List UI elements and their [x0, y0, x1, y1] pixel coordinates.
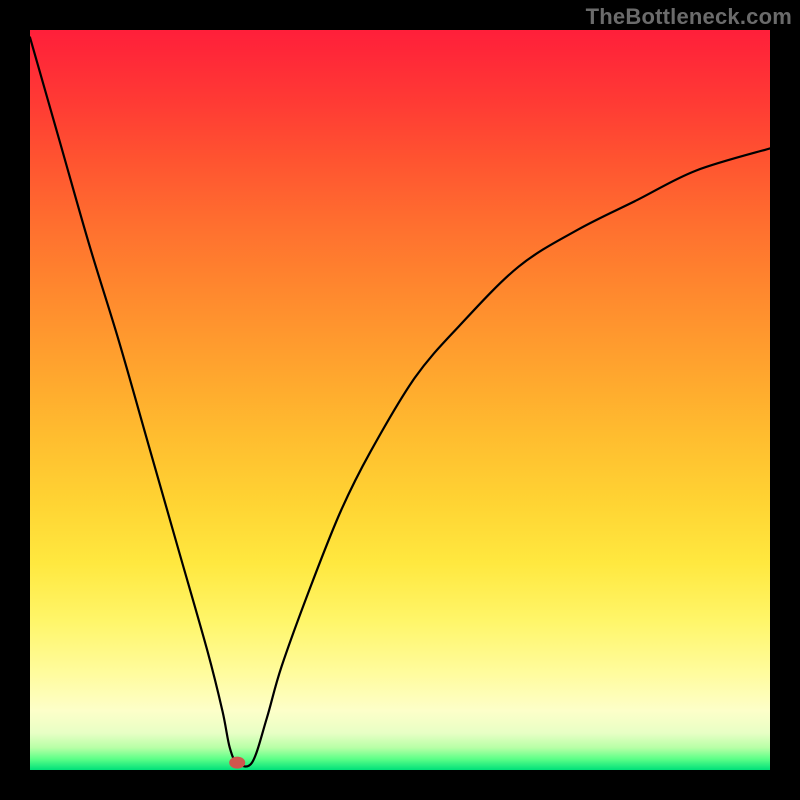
chart-frame: TheBottleneck.com	[0, 0, 800, 800]
optimum-marker	[229, 757, 245, 769]
plot-area	[30, 30, 770, 770]
curve-path	[30, 37, 770, 766]
bottleneck-curve	[30, 30, 770, 770]
watermark-text: TheBottleneck.com	[586, 4, 792, 30]
